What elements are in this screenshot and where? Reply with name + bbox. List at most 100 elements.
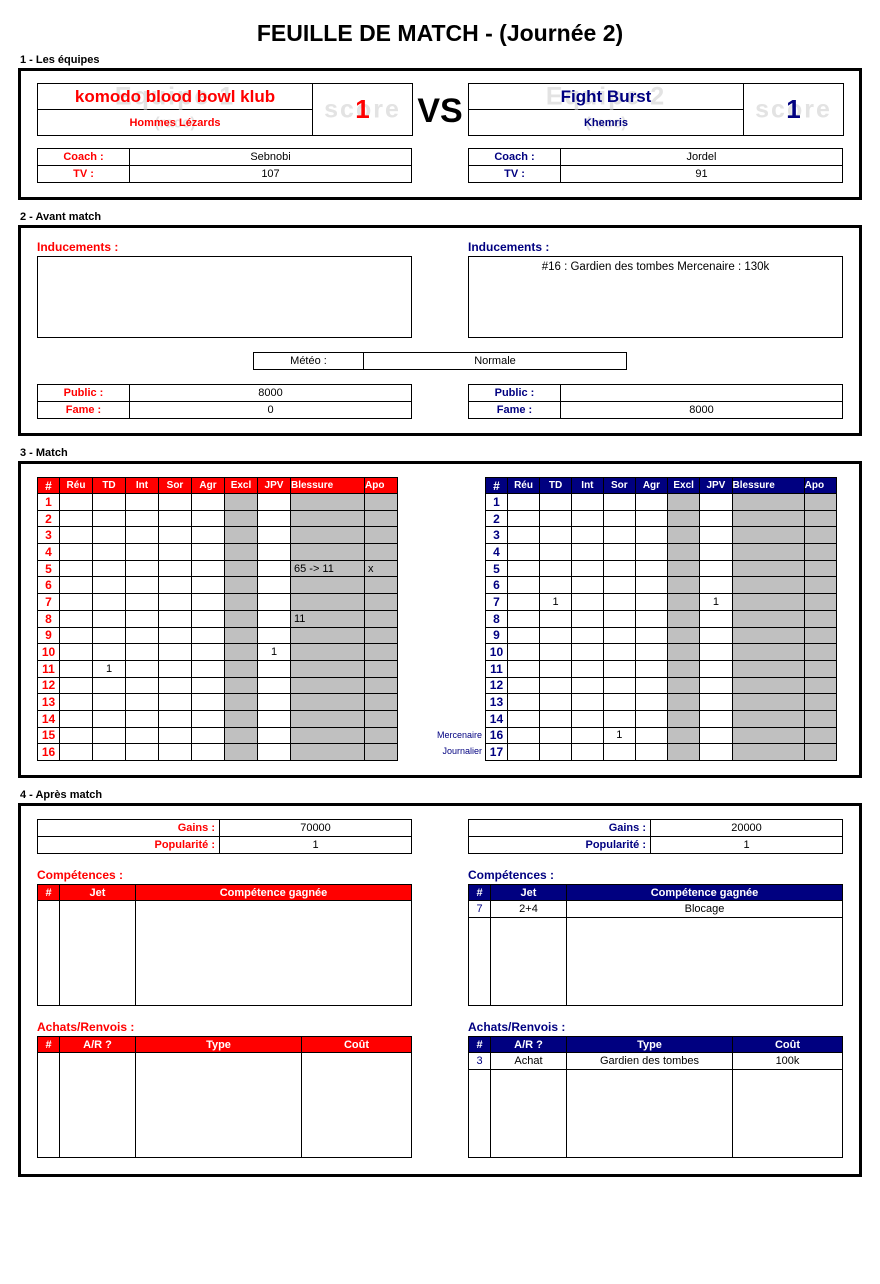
- match-cell-reu[interactable]: [59, 609, 93, 628]
- match-cell-blessure[interactable]: [731, 593, 805, 611]
- match-cell-blessure[interactable]: [290, 493, 365, 511]
- match-cell-jpv[interactable]: [257, 559, 291, 578]
- match-cell-excl[interactable]: [666, 626, 701, 645]
- match-cell-excl[interactable]: [666, 709, 701, 728]
- match-cell-agr[interactable]: [191, 693, 225, 711]
- match-cell-apo[interactable]: [364, 626, 398, 645]
- match-cell-reu[interactable]: [506, 559, 541, 578]
- match-cell-excl[interactable]: [666, 509, 701, 528]
- match-cell-reu[interactable]: [59, 559, 93, 578]
- team1-tv-value[interactable]: 107: [129, 165, 412, 183]
- match-cell-int[interactable]: [125, 743, 159, 761]
- match-cell-apo[interactable]: [803, 543, 838, 561]
- match-cell-apo[interactable]: [803, 626, 838, 645]
- match-cell-int[interactable]: [571, 543, 604, 561]
- match-cell-int[interactable]: [125, 626, 159, 645]
- match-cell-sor[interactable]: [158, 543, 192, 561]
- match-cell-reu[interactable]: [59, 509, 93, 528]
- match-cell-apo[interactable]: [803, 743, 838, 761]
- match-cell-blessure[interactable]: [290, 743, 365, 761]
- match-cell-blessure[interactable]: [290, 726, 365, 745]
- match-cell-int[interactable]: [125, 709, 159, 728]
- match-cell-apo[interactable]: [803, 576, 838, 595]
- match-cell-td[interactable]: [539, 626, 572, 645]
- match-cell-reu[interactable]: [59, 593, 93, 611]
- team1-coach-value[interactable]: Sebnobi: [129, 148, 412, 166]
- match-cell-sor[interactable]: [158, 659, 192, 678]
- match-cell-int[interactable]: [571, 559, 604, 578]
- match-cell-agr[interactable]: [634, 626, 669, 645]
- match-cell-td[interactable]: [539, 526, 572, 545]
- team1-race-cell[interactable]: (race) Hommes Lézards: [37, 109, 313, 136]
- match-cell-agr[interactable]: [634, 526, 669, 545]
- match-cell-reu[interactable]: [59, 676, 93, 695]
- match-cell-apo[interactable]: [364, 676, 398, 695]
- match-cell-reu[interactable]: [506, 676, 541, 695]
- match-cell-excl[interactable]: [224, 676, 258, 695]
- match-cell-sor[interactable]: [158, 743, 192, 761]
- match-cell-blessure[interactable]: [731, 726, 805, 745]
- cmp-cell-num[interactable]: 7: [468, 900, 491, 918]
- match-cell-td[interactable]: [539, 609, 572, 628]
- match-cell-excl[interactable]: [224, 593, 258, 611]
- match-cell-int[interactable]: [125, 693, 159, 711]
- match-cell-apo[interactable]: [364, 543, 398, 561]
- match-cell-blessure[interactable]: [290, 693, 365, 711]
- match-cell-blessure[interactable]: [290, 593, 365, 611]
- match-cell-sor[interactable]: [602, 693, 636, 711]
- match-cell-agr[interactable]: [191, 543, 225, 561]
- match-cell-reu[interactable]: [506, 626, 541, 645]
- match-cell-agr[interactable]: [191, 526, 225, 545]
- match-cell-blessure[interactable]: [290, 709, 365, 728]
- match-cell-td[interactable]: [539, 543, 572, 561]
- match-cell-td[interactable]: [92, 559, 126, 578]
- match-cell-apo[interactable]: [364, 593, 398, 611]
- team2-coach-value[interactable]: Jordel: [560, 148, 843, 166]
- cmp-cell-jet[interactable]: 2+4: [490, 900, 567, 918]
- ar-filler-num[interactable]: [468, 1069, 491, 1158]
- match-cell-sor[interactable]: [602, 493, 636, 511]
- match-cell-agr[interactable]: [191, 676, 225, 695]
- match-cell-int[interactable]: [125, 509, 159, 528]
- team2-name-cell[interactable]: Equipe 2 Fight Burst: [468, 82, 744, 110]
- match-cell-reu[interactable]: [59, 693, 93, 711]
- match-cell-sor[interactable]: [158, 509, 192, 528]
- match-cell-reu[interactable]: [59, 493, 93, 511]
- match-cell-excl[interactable]: [224, 509, 258, 528]
- match-cell-sor[interactable]: [602, 543, 636, 561]
- match-cell-blessure[interactable]: [290, 526, 365, 545]
- match-cell-reu[interactable]: [59, 576, 93, 595]
- match-cell-apo[interactable]: [364, 643, 398, 661]
- match-cell-apo[interactable]: [364, 659, 398, 678]
- match-cell-td[interactable]: [92, 576, 126, 595]
- match-cell-jpv[interactable]: [699, 509, 733, 528]
- match-cell-jpv[interactable]: [699, 493, 733, 511]
- match-cell-sor[interactable]: [158, 593, 192, 611]
- match-cell-int[interactable]: [571, 593, 604, 611]
- match-cell-apo[interactable]: [364, 576, 398, 595]
- team2-gains-value[interactable]: 20000: [650, 819, 843, 837]
- match-cell-apo[interactable]: [364, 709, 398, 728]
- match-cell-int[interactable]: [125, 543, 159, 561]
- match-cell-jpv[interactable]: [257, 626, 291, 645]
- match-cell-blessure[interactable]: [290, 626, 365, 645]
- ar-filler-num[interactable]: [37, 1052, 60, 1158]
- match-cell-excl[interactable]: [224, 626, 258, 645]
- cmp-filler-jet[interactable]: [59, 900, 136, 1006]
- match-cell-td[interactable]: [92, 676, 126, 695]
- match-cell-apo[interactable]: [803, 659, 838, 678]
- match-cell-sor[interactable]: [158, 559, 192, 578]
- match-cell-agr[interactable]: [634, 609, 669, 628]
- meteo-value[interactable]: Normale: [363, 352, 627, 370]
- match-cell-jpv[interactable]: [257, 493, 291, 511]
- match-cell-agr[interactable]: [634, 593, 669, 611]
- match-cell-reu[interactable]: [59, 626, 93, 645]
- match-cell-blessure[interactable]: 65 -> 11: [290, 559, 365, 578]
- match-cell-int[interactable]: [125, 559, 159, 578]
- match-cell-apo[interactable]: [803, 509, 838, 528]
- match-cell-td[interactable]: [92, 626, 126, 645]
- match-cell-sor[interactable]: [158, 609, 192, 628]
- match-cell-int[interactable]: [125, 726, 159, 745]
- match-cell-td[interactable]: [92, 509, 126, 528]
- match-cell-sor[interactable]: [158, 643, 192, 661]
